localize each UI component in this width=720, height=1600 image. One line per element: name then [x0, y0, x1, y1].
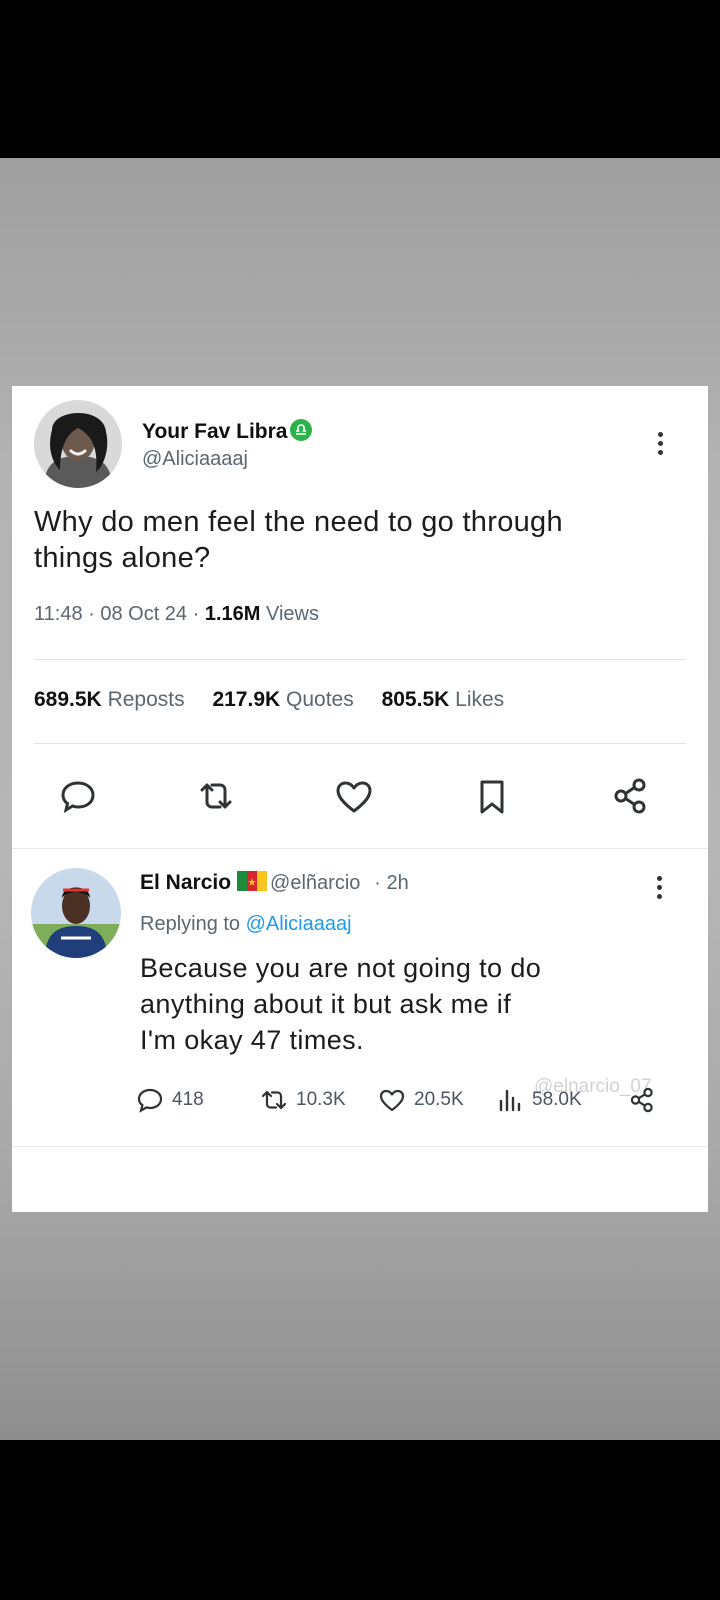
author-name[interactable]: Your Fav Libra	[142, 419, 313, 444]
engagement-stats: 689.5K Reposts 217.9K Quotes 805.5K Like…	[34, 688, 526, 712]
repost-icon[interactable]	[196, 776, 236, 816]
reposts-stat[interactable]: 689.5K Reposts	[34, 688, 185, 711]
reply-views-stat[interactable]: 58.0K	[496, 1086, 582, 1114]
author-handle[interactable]: @Aliciaaaaj	[142, 448, 248, 471]
views-count: 1.16M	[204, 603, 261, 625]
reply-age: · 2h	[374, 872, 409, 894]
bookmark-icon[interactable]	[472, 777, 512, 817]
tweet-text: Why do men feel the need to go through t…	[34, 506, 563, 574]
reply-likes-stat[interactable]: 20.5K	[378, 1086, 464, 1114]
reply-author-handle: @elñarcio	[270, 872, 361, 894]
share-icon[interactable]	[610, 776, 650, 816]
reply-author-avatar[interactable]	[31, 868, 121, 958]
tweet-card: Your Fav Libra @Aliciaaaaj Why do men fe…	[12, 386, 708, 1212]
libra-zodiac-icon	[290, 419, 313, 441]
reply-replies-stat[interactable]: 418	[136, 1086, 204, 1114]
divider	[34, 659, 686, 660]
reply-reposts-stat[interactable]: 10.3K	[260, 1086, 346, 1114]
more-options-icon[interactable]	[648, 432, 672, 462]
tweet-timestamp-views[interactable]: 11:48 · 08 Oct 24 · 1.16M Views	[34, 603, 319, 626]
replying-to: Replying to @Aliciaaaaj	[140, 913, 352, 935]
divider	[12, 848, 708, 849]
reply-author-name[interactable]: El Narcio @elñarcio · 2h	[140, 871, 409, 895]
reply-share-icon[interactable]	[628, 1086, 664, 1114]
author-avatar[interactable]	[34, 400, 122, 488]
replying-to-link[interactable]: @Aliciaaaaj	[246, 913, 352, 935]
reply-text: Because you are not going to do anything…	[140, 953, 542, 1055]
likes-stat[interactable]: 805.5K Likes	[382, 688, 505, 711]
heart-icon[interactable]	[334, 777, 374, 817]
quotes-stat[interactable]: 217.9K Quotes	[212, 688, 353, 711]
reply-icon[interactable]	[58, 776, 98, 816]
divider	[34, 743, 686, 744]
divider	[12, 1146, 708, 1147]
cameroon-flag-icon	[237, 871, 268, 891]
reply-more-options-icon[interactable]	[647, 876, 671, 906]
